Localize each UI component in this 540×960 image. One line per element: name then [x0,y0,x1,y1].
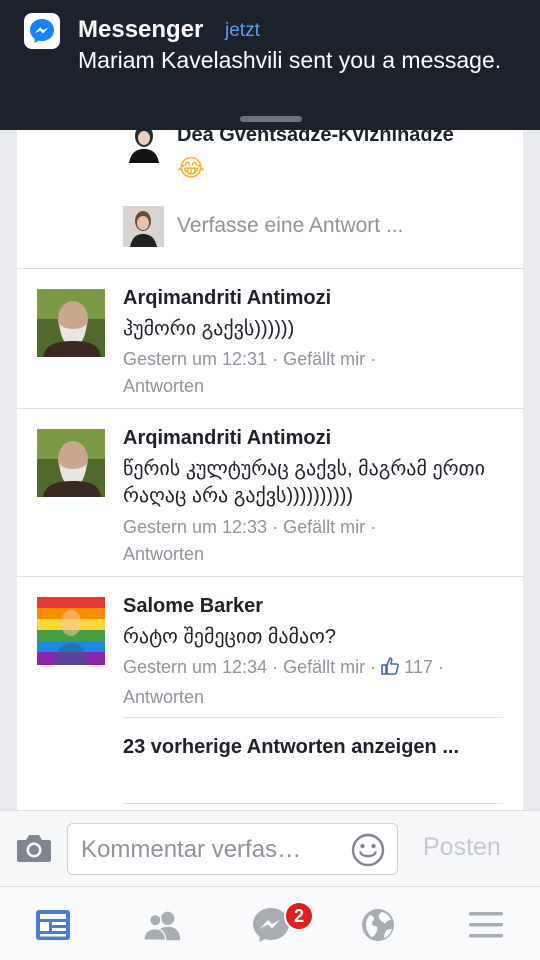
comment-meta: Gestern um 12:31 · Gefällt mir · Antwort… [123,349,377,396]
comment-item: Arqimandriti Antimozi წერის კულტურაც გაქ… [17,408,523,576]
tab-friend-requests[interactable] [142,905,182,945]
avatar[interactable] [37,429,105,497]
tab-news-feed[interactable] [33,905,73,945]
like-count[interactable]: 117 [404,657,433,677]
comment-text: ჰუმორი გაქვს)))))) [123,318,295,340]
like-link[interactable]: Gefällt mir [283,349,365,369]
show-previous-replies-link[interactable]: 23 vorherige Antworten anzeigen ... [123,734,503,761]
like-link[interactable]: Gefällt mir [283,657,365,677]
comment-item: Salome Barker რატო შემეცით მამაო? Gester… [17,576,523,810]
tab-more[interactable] [466,905,506,945]
notification-time: jetzt [225,20,260,41]
menu-icon [469,912,503,938]
reply-link[interactable]: Antworten [123,376,204,396]
avatar[interactable] [37,289,105,357]
smiley-icon[interactable] [351,833,385,872]
tab-notifications[interactable] [358,905,398,945]
comment-meta: Gestern um 12:34 · Gefällt mir · 117 · An… [123,656,444,707]
camera-icon[interactable] [16,833,52,868]
laughing-emoji: 😂 [177,155,206,182]
thumbs-up-icon [380,656,400,684]
friends-icon [143,911,181,941]
comment-meta: Gestern um 12:33 · Gefällt mir · Antwort… [123,517,377,564]
avatar[interactable] [123,130,164,163]
messages-badge: 2 [284,901,314,931]
comment-composer: Kommentar verfas… Posten [0,810,540,886]
comment-author-name[interactable]: Salome Barker [123,595,263,618]
messenger-app-icon [24,13,60,49]
notification-banner[interactable]: Messenger jetzt Mariam Kavelashvili sent… [0,0,540,130]
comment-text: წერის კულტურაც გაქვს, მაგრამ ერთი რაღაც … [123,458,485,507]
comment-timestamp[interactable]: Gestern um 12:34 [123,657,267,677]
comment-item: Arqimandriti Antimozi ჰუმორი გაქვს))))))… [17,268,523,408]
avatar[interactable] [37,597,105,665]
like-link[interactable]: Gefällt mir [283,517,365,537]
comment-input-placeholder: Kommentar verfas… [81,836,302,863]
reply-link[interactable]: Antworten [123,687,204,707]
comment-input[interactable]: Kommentar verfas… [67,823,398,875]
comment-author-name[interactable]: Arqimandriti Antimozi [123,287,331,310]
notification-app-name: Messenger [78,16,204,43]
divider [123,717,503,718]
comment-thread: Dea Gventsadze-Kvizhinadze 😂 Verfasse ei… [17,130,523,810]
post-button[interactable]: Posten [423,833,501,862]
divider [123,803,503,804]
comment-text: რატო შემეცით მამაო? [123,626,336,648]
reply-link[interactable]: Antworten [123,544,204,564]
comment-author-name[interactable]: Arqimandriti Antimozi [123,427,331,450]
news-feed-icon [36,910,70,940]
notification-message: Mariam Kavelashvili sent you a message. [78,47,502,73]
globe-icon [362,909,394,941]
avatar [123,206,164,247]
reply-author-name[interactable]: Dea Gventsadze-Kvizhinadze [177,130,454,147]
comment-timestamp[interactable]: Gestern um 12:31 [123,349,267,369]
notification-drag-handle[interactable] [240,116,302,122]
comment-timestamp[interactable]: Gestern um 12:33 [123,517,267,537]
reply-input[interactable]: Verfasse eine Antwort ... [177,214,403,238]
tab-bar: 2 [0,886,540,960]
